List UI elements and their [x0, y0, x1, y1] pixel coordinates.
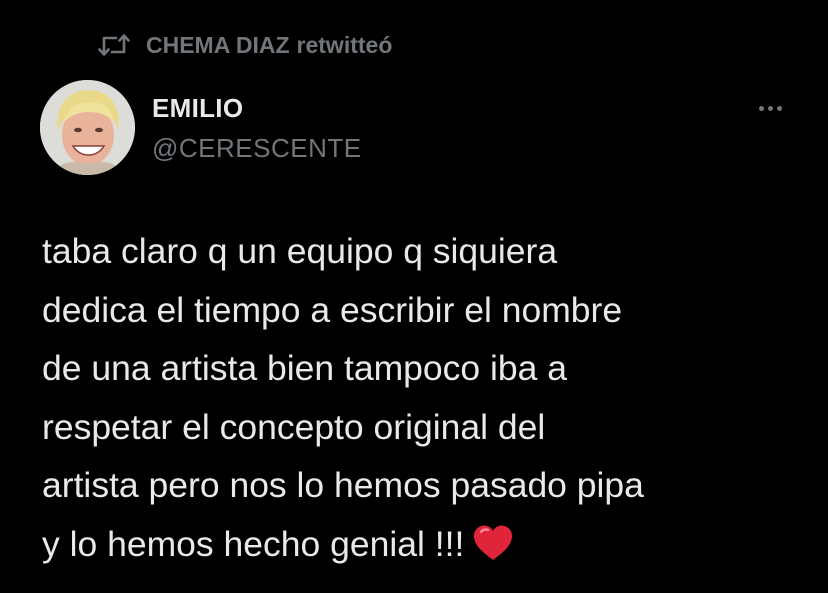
retweet-context[interactable]: CHEMA DIAZ retwitteó [98, 30, 392, 60]
tweet-text: taba claro q un equipo q siquiera dedica… [42, 231, 644, 564]
author-name[interactable]: EMILIO [152, 93, 243, 124]
avatar[interactable] [40, 80, 135, 175]
more-options-button[interactable] [750, 95, 790, 121]
red-heart-icon [472, 524, 514, 562]
tweet-text-container: taba claro q un equipo q siquiera dedica… [42, 222, 812, 573]
retweet-icon [98, 32, 130, 58]
more-dots-icon [758, 105, 764, 111]
author-handle[interactable]: @CERESCENTE [152, 133, 362, 164]
retweet-verb: retwitteó [296, 31, 393, 58]
retweeter-name[interactable]: CHEMA DIAZ [146, 32, 290, 59]
